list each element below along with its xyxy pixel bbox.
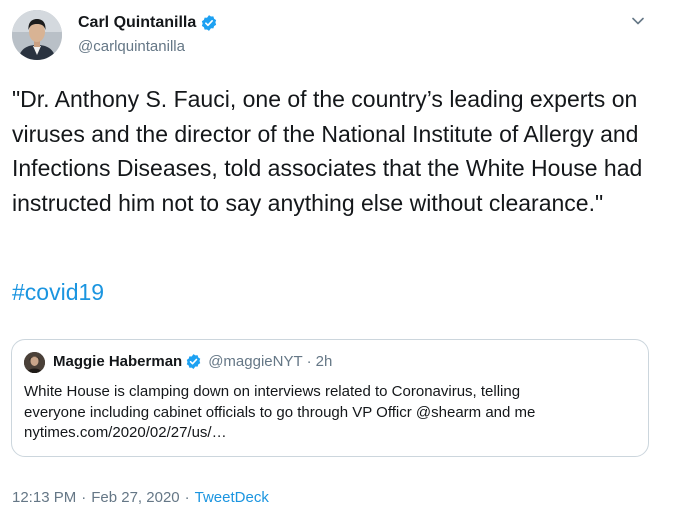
quoted-header: Maggie Haberman @maggieNYT · 2h xyxy=(53,353,332,370)
quoted-text-line: White House is clamping down on intervie… xyxy=(24,383,521,400)
meta-separator: · xyxy=(184,489,190,506)
hashtag-link[interactable]: #covid19 xyxy=(12,275,104,309)
tweet-time[interactable]: 12:13 PM xyxy=(12,489,76,506)
author-name-text: Carl Quintanilla xyxy=(78,14,197,31)
quoted-timestamp: 2h xyxy=(315,353,333,370)
tweet: Carl Quintanilla @carlquintanilla "Dr. A… xyxy=(0,0,677,515)
tweet-date[interactable]: Feb 27, 2020 xyxy=(91,489,179,506)
quoted-tweet-text: White House is clamping down on intervie… xyxy=(24,382,639,444)
tweet-metadata: 12:13 PM · Feb 27, 2020 · TweetDeck xyxy=(12,489,269,506)
author-handle[interactable]: @carlquintanilla xyxy=(78,38,185,55)
quoted-text-line: nytimes.com/2020/02/27/us/… xyxy=(24,424,227,441)
quoted-author-name: Maggie Haberman xyxy=(53,353,183,370)
verified-badge-icon xyxy=(186,354,201,369)
author-avatar-image xyxy=(12,10,62,60)
quoted-text-line: everyone including cabinet officials to … xyxy=(24,403,536,421)
quoted-separator: · xyxy=(306,353,312,370)
quoted-avatar-image xyxy=(24,352,45,373)
quoted-tweet[interactable]: Maggie Haberman @maggieNYT · 2h White Ho… xyxy=(11,339,649,457)
quoted-author-handle: @maggieNYT xyxy=(208,353,303,370)
author-name[interactable]: Carl Quintanilla xyxy=(78,14,218,32)
author-avatar[interactable] xyxy=(12,10,62,60)
chevron-down-icon[interactable] xyxy=(631,14,645,28)
tweet-source-link[interactable]: TweetDeck xyxy=(195,489,269,506)
meta-separator: · xyxy=(81,489,87,506)
quoted-author-avatar xyxy=(24,352,45,373)
tweet-text: "Dr. Anthony S. Fauci, one of the countr… xyxy=(12,86,643,216)
verified-badge-icon xyxy=(202,15,217,31)
